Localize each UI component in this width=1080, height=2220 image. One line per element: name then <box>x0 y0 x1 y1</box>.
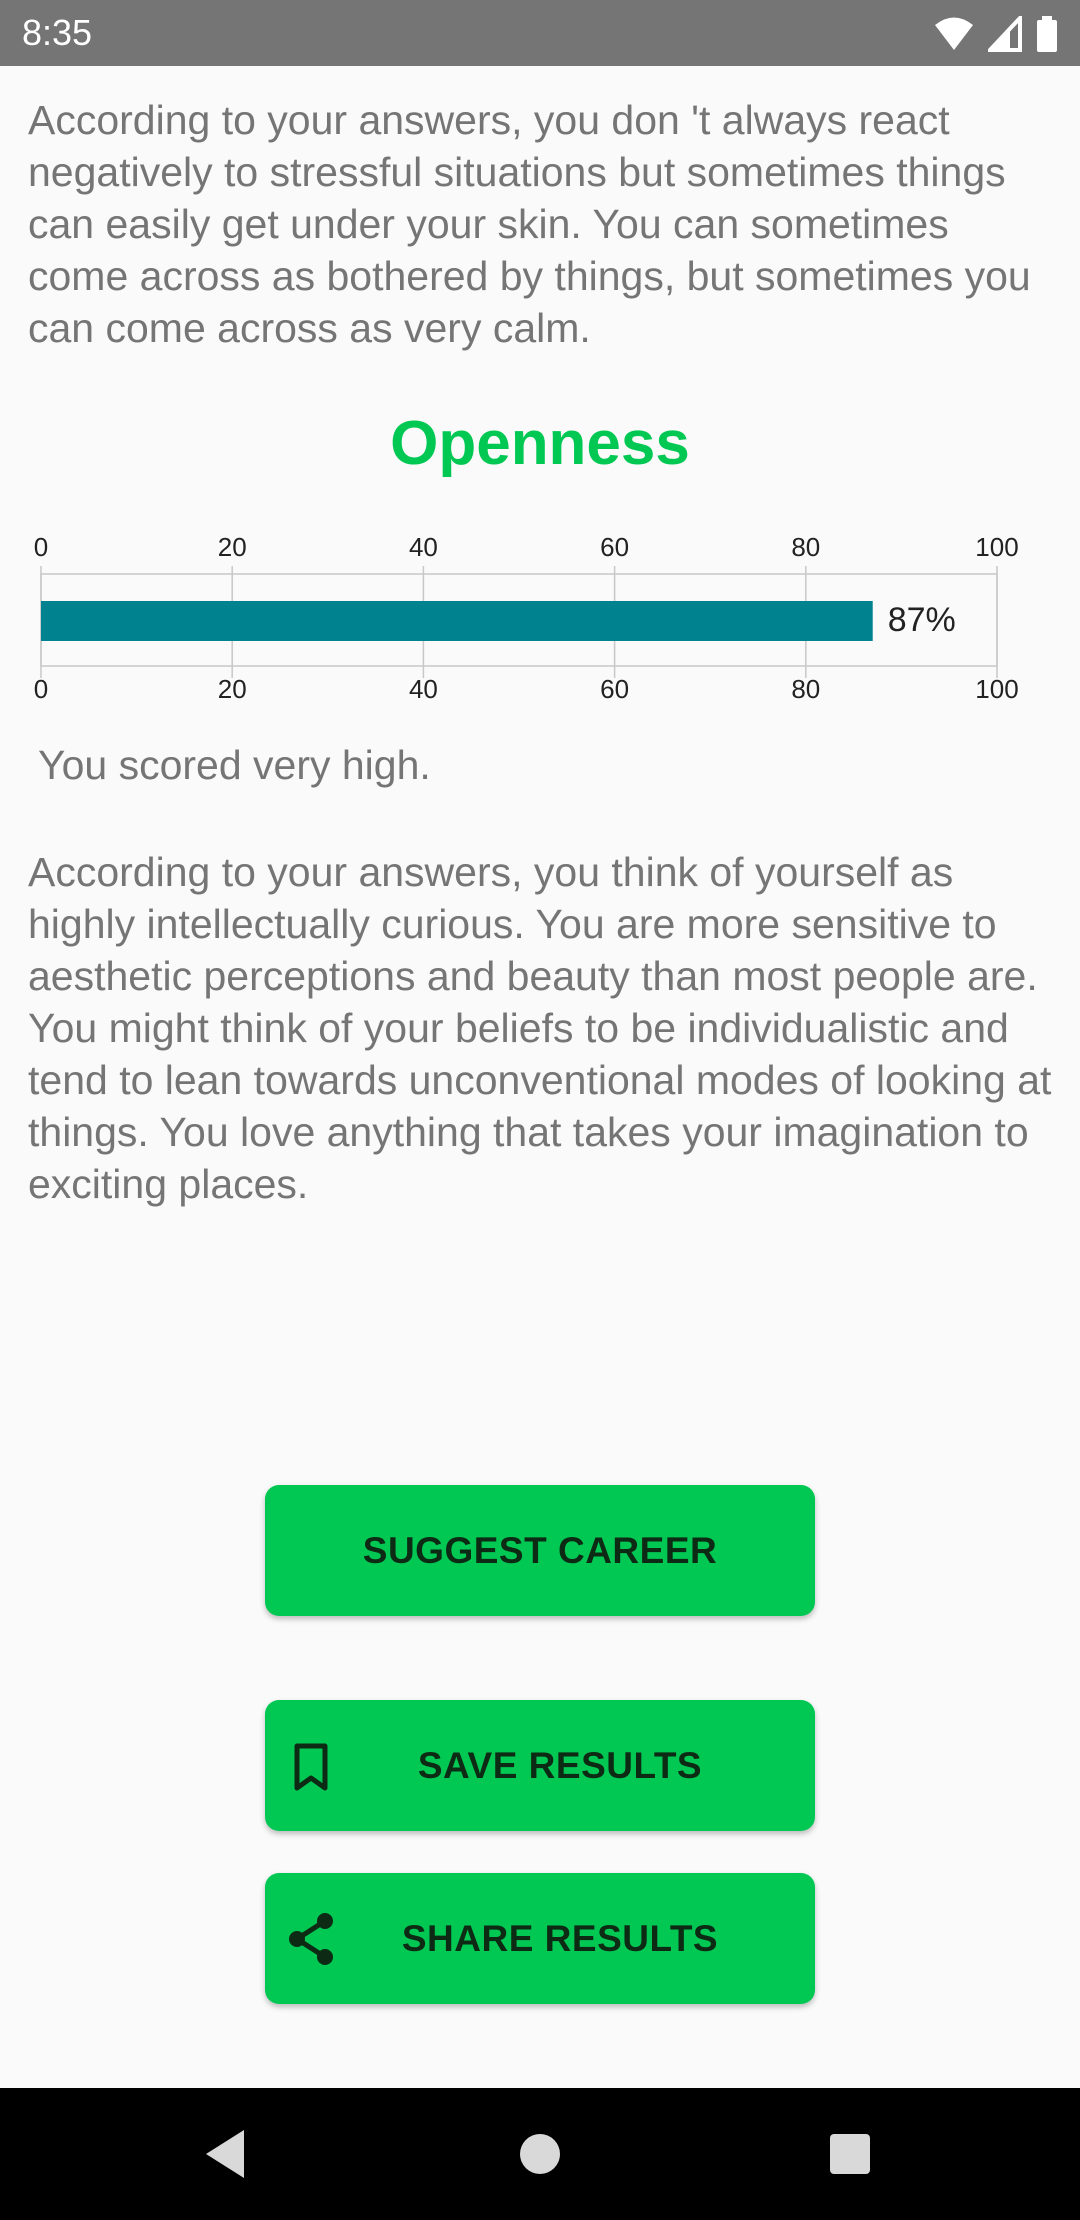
tick-label-bottom: 80 <box>791 674 820 704</box>
score-text: You scored very high. <box>38 742 431 788</box>
navigation-bar <box>0 2088 1080 2220</box>
wifi-icon <box>935 17 973 50</box>
share-results-label: SHARE RESULTS <box>401 1917 719 1959</box>
status-bar: 8:35 <box>0 0 1080 66</box>
status-time: 8:35 <box>22 12 93 53</box>
tick-label-bottom: 40 <box>409 674 438 704</box>
tick-label-top: 80 <box>791 532 820 562</box>
tick-label-top: 100 <box>975 532 1018 562</box>
tick-label-bottom: 60 <box>600 674 629 704</box>
status-icons <box>934 14 1058 54</box>
bar-value-label: 87% <box>888 601 956 639</box>
tick-label-top: 40 <box>409 532 438 562</box>
back-icon[interactable] <box>198 2124 258 2184</box>
tick-label-bottom: 100 <box>975 674 1018 704</box>
share-icon <box>289 1913 333 1965</box>
signal-icon <box>988 16 1022 52</box>
tick-label-top: 60 <box>600 532 629 562</box>
tick-label-bottom: 0 <box>34 674 48 704</box>
score-chart: 0 20 40 60 80 100 0 20 40 60 80 100 87% <box>34 532 1019 704</box>
detail-paragraph: According to your answers, you think of … <box>28 849 1052 1207</box>
tick-label-bottom: 20 <box>218 674 247 704</box>
recent-apps-icon[interactable] <box>820 2124 880 2184</box>
save-results-label: SAVE RESULTS <box>417 1744 703 1786</box>
tick-label-top: 0 <box>34 532 48 562</box>
save-results-button[interactable]: SAVE RESULTS <box>265 1700 815 1831</box>
chart-bar <box>41 601 873 641</box>
intro-paragraph: According to your answers, you don 't al… <box>28 97 1031 351</box>
tick-label-top: 20 <box>218 532 247 562</box>
suggest-career-label: SUGGEST CAREER <box>362 1529 718 1571</box>
suggest-career-button[interactable]: SUGGEST CAREER <box>265 1485 815 1616</box>
bookmark-icon <box>294 1743 328 1791</box>
section-title: Openness <box>390 409 690 478</box>
home-icon[interactable] <box>510 2124 570 2184</box>
battery-icon <box>1037 16 1057 52</box>
share-results-button[interactable]: SHARE RESULTS <box>265 1873 815 2004</box>
